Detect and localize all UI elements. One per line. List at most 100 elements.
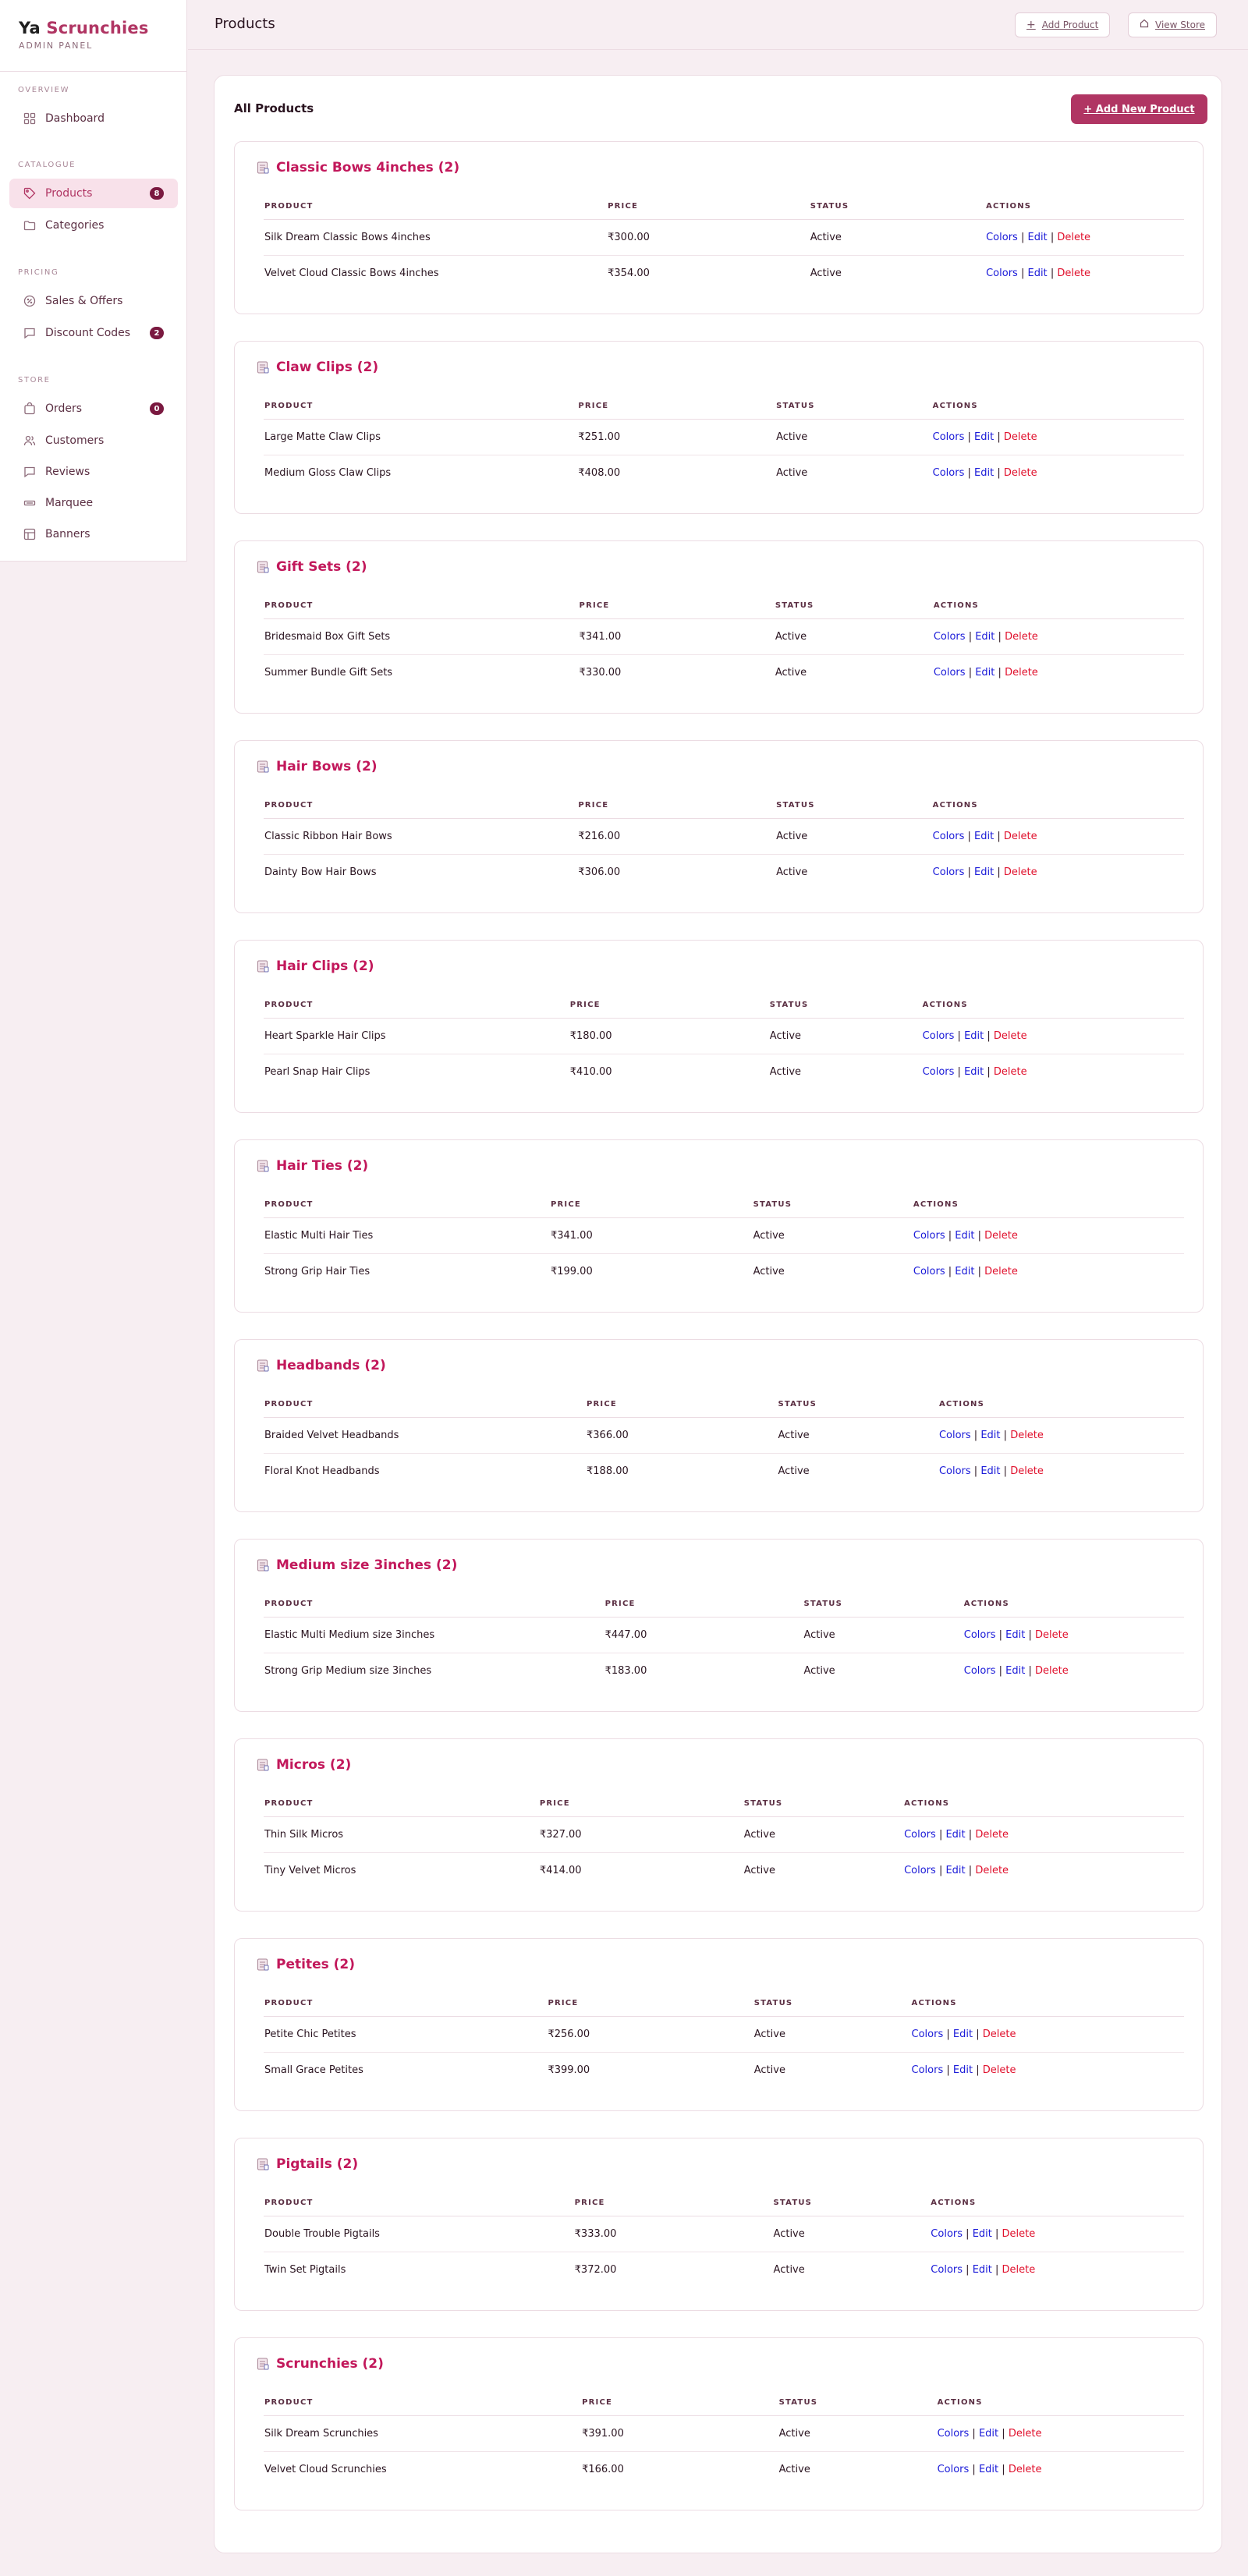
edit-link[interactable]: Edit	[974, 831, 994, 842]
delete-link[interactable]: Delete	[994, 1030, 1027, 1042]
delete-link[interactable]: Delete	[1035, 1665, 1069, 1677]
delete-link[interactable]: Delete	[1004, 467, 1037, 479]
delete-link[interactable]: Delete	[983, 2029, 1016, 2040]
delete-link[interactable]: Delete	[984, 1230, 1018, 1242]
colors-link[interactable]: Colors	[939, 1430, 971, 1441]
colors-link[interactable]: Colors	[986, 268, 1018, 279]
edit-link[interactable]: Edit	[945, 1865, 965, 1876]
category-card: Classic Bows 4inches (2) PRODUCT PRICE STAT…	[234, 141, 1204, 314]
colors-link[interactable]: Colors	[931, 2228, 963, 2240]
edit-link[interactable]: Edit	[975, 667, 994, 679]
sidebar-item-categories[interactable]: Categories	[9, 211, 178, 240]
colors-link[interactable]: Colors	[912, 2064, 944, 2076]
column-header-actions: ACTIONS	[921, 1001, 1184, 1019]
delete-link[interactable]: Delete	[1010, 1430, 1044, 1441]
sidebar-item-customers[interactable]: Customers	[9, 426, 178, 455]
edit-link[interactable]: Edit	[955, 1266, 974, 1277]
category-list-icon	[257, 1359, 269, 1372]
section-label-catalogue: CATALOGUE	[18, 161, 76, 169]
delete-link[interactable]: Delete	[1002, 2264, 1036, 2276]
colors-link[interactable]: Colors	[912, 2029, 944, 2040]
edit-link[interactable]: Edit	[974, 866, 994, 878]
section-label-pricing: PRICING	[18, 268, 59, 277]
delete-link[interactable]: Delete	[1057, 268, 1090, 279]
brand-title[interactable]: Ya Scrunchies	[19, 19, 168, 37]
column-header-actions: ACTIONS	[931, 801, 1184, 819]
action-separator: |	[967, 431, 971, 443]
delete-link[interactable]: Delete	[1035, 1629, 1069, 1641]
category-title: Claw Clips (2)	[276, 360, 379, 375]
colors-link[interactable]: Colors	[933, 431, 965, 443]
edit-link[interactable]: Edit	[980, 1465, 1000, 1477]
delete-link[interactable]: Delete	[1010, 1465, 1044, 1477]
edit-link[interactable]: Edit	[974, 467, 994, 479]
delete-link[interactable]: Delete	[1005, 631, 1038, 643]
sidebar-item-banners[interactable]: Banners	[9, 519, 178, 549]
sidebar-item-reviews[interactable]: Reviews	[9, 457, 178, 487]
delete-link[interactable]: Delete	[994, 1066, 1027, 1078]
delete-link[interactable]: Delete	[1002, 2228, 1036, 2240]
edit-link[interactable]: Edit	[953, 2029, 973, 2040]
colors-link[interactable]: Colors	[938, 2428, 970, 2440]
edit-link[interactable]: Edit	[1005, 1665, 1025, 1677]
edit-link[interactable]: Edit	[964, 1066, 984, 1078]
edit-link[interactable]: Edit	[979, 2428, 998, 2440]
delete-link[interactable]: Delete	[983, 2064, 1016, 2076]
delete-link[interactable]: Delete	[1004, 866, 1037, 878]
edit-link[interactable]: Edit	[974, 431, 994, 443]
colors-link[interactable]: Colors	[933, 831, 965, 842]
sidebar-item-orders[interactable]: Orders 0	[9, 394, 178, 423]
delete-link[interactable]: Delete	[1057, 232, 1090, 243]
add-product-button[interactable]: + Add Product	[1015, 12, 1111, 37]
colors-link[interactable]: Colors	[904, 1865, 936, 1876]
edit-link[interactable]: Edit	[964, 1030, 984, 1042]
edit-link[interactable]: Edit	[1005, 1629, 1025, 1641]
colors-link[interactable]: Colors	[939, 1465, 971, 1477]
colors-link[interactable]: Colors	[923, 1066, 955, 1078]
colors-link[interactable]: Colors	[938, 2464, 970, 2475]
edit-link[interactable]: Edit	[975, 631, 994, 643]
colors-link[interactable]: Colors	[934, 667, 966, 679]
sidebar-item-discount-codes[interactable]: Discount Codes 2	[9, 318, 178, 348]
colors-link[interactable]: Colors	[933, 467, 965, 479]
sidebar-item-sales-offers[interactable]: Sales & Offers	[9, 286, 178, 316]
edit-link[interactable]: Edit	[973, 2264, 992, 2276]
edit-link[interactable]: Edit	[1027, 232, 1047, 243]
delete-link[interactable]: Delete	[1009, 2464, 1042, 2475]
product-name: Dainty Bow Hair Bows	[264, 866, 377, 878]
edit-link[interactable]: Edit	[955, 1230, 974, 1242]
colors-link[interactable]: Colors	[986, 232, 1018, 243]
category-card: Hair Ties (2) PRODUCT PRICE STATUS ACTIONS El…	[234, 1139, 1204, 1313]
sidebar-item-marquee[interactable]: Marquee	[9, 488, 178, 518]
add-new-product-button[interactable]: + Add New Product	[1071, 94, 1207, 124]
edit-link[interactable]: Edit	[945, 1829, 965, 1841]
colors-link[interactable]: Colors	[913, 1266, 945, 1277]
product-actions: Colors | Edit | Delete	[985, 255, 1184, 291]
edit-link[interactable]: Edit	[953, 2064, 973, 2076]
colors-link[interactable]: Colors	[904, 1829, 936, 1841]
colors-link[interactable]: Colors	[964, 1629, 996, 1641]
edit-link[interactable]: Edit	[973, 2228, 992, 2240]
table-header-row: PRODUCT PRICE STATUS ACTIONS	[264, 2398, 1184, 2416]
edit-link[interactable]: Edit	[1027, 268, 1047, 279]
view-store-button[interactable]: View Store	[1128, 12, 1218, 37]
delete-link[interactable]: Delete	[1004, 831, 1037, 842]
delete-link[interactable]: Delete	[1005, 667, 1038, 679]
edit-link[interactable]: Edit	[979, 2464, 998, 2475]
delete-link[interactable]: Delete	[1009, 2428, 1042, 2440]
colors-link[interactable]: Colors	[931, 2264, 963, 2276]
delete-link[interactable]: Delete	[984, 1266, 1018, 1277]
delete-link[interactable]: Delete	[1004, 431, 1037, 443]
colors-link[interactable]: Colors	[964, 1665, 996, 1677]
colors-link[interactable]: Colors	[934, 631, 966, 643]
table-row: Bridesmaid Box Gift Sets ₹341.00 Active Col…	[264, 618, 1184, 655]
delete-link[interactable]: Delete	[975, 1865, 1009, 1876]
colors-link[interactable]: Colors	[923, 1030, 955, 1042]
edit-link[interactable]: Edit	[980, 1430, 1000, 1441]
sidebar-item-dashboard[interactable]: Dashboard	[9, 104, 178, 133]
colors-link[interactable]: Colors	[913, 1230, 945, 1242]
sidebar-item-products[interactable]: Products 8	[9, 179, 178, 208]
delete-link[interactable]: Delete	[975, 1829, 1009, 1841]
colors-link[interactable]: Colors	[933, 866, 965, 878]
category-card: Claw Clips (2) PRODUCT PRICE STATUS ACTIONS L…	[234, 341, 1204, 514]
